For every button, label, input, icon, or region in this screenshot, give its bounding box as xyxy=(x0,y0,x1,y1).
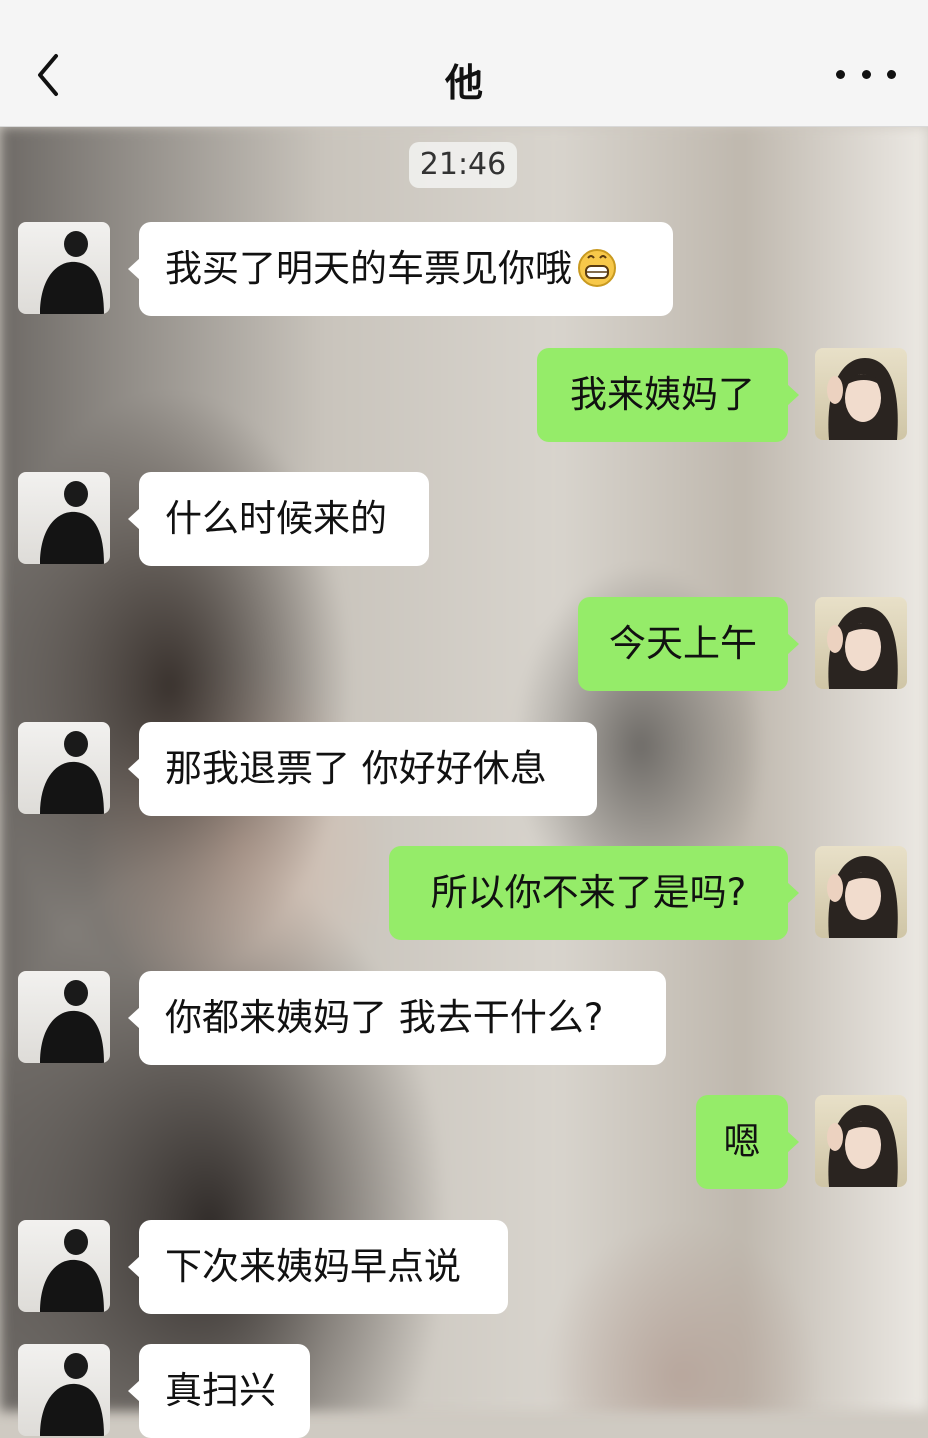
message-text: 我买了明天的车票见你哦 xyxy=(165,247,572,290)
received-message-bubble[interactable]: 那我退票了 你好好休息 xyxy=(128,722,597,816)
contact-avatar[interactable] xyxy=(18,1220,110,1312)
sent-message-bubble[interactable]: 嗯 xyxy=(696,1095,799,1189)
message-text: 嗯 xyxy=(723,1120,761,1163)
more-dot-icon xyxy=(887,69,896,79)
person-silhouette-icon xyxy=(40,1229,104,1312)
sent-message-bubble[interactable]: 今天上午 xyxy=(578,597,799,691)
sent-message-bubble[interactable]: 我来姨妈了 xyxy=(537,348,799,442)
message-text: 下次来姨妈早点说 xyxy=(165,1245,461,1288)
more-dot-icon xyxy=(861,69,871,79)
my-avatar[interactable] xyxy=(815,846,907,938)
received-message-bubble[interactable]: 你都来姨妈了 我去干什么? xyxy=(128,971,666,1065)
message-text: 什么时候来的 xyxy=(165,497,387,540)
my-avatar[interactable] xyxy=(815,1095,907,1187)
message-text: 所以你不来了是吗? xyxy=(430,871,747,914)
message-text: 那我退票了 你好好休息 xyxy=(165,747,547,790)
message-text: 真扫兴 xyxy=(165,1369,276,1412)
message-text: 你都来姨妈了 我去干什么? xyxy=(165,996,604,1039)
contact-avatar[interactable] xyxy=(18,971,110,1063)
girl-portrait-icon xyxy=(827,856,898,938)
more-options-button[interactable] xyxy=(836,62,896,86)
message-timestamp: 21:46 xyxy=(409,142,517,188)
my-avatar[interactable] xyxy=(815,597,907,689)
girl-portrait-icon xyxy=(827,358,898,440)
received-message-bubble[interactable]: 我买了明天的车票见你哦 xyxy=(128,222,673,316)
person-silhouette-icon xyxy=(40,731,104,814)
contact-avatar[interactable] xyxy=(18,722,110,814)
person-silhouette-icon xyxy=(40,980,104,1063)
person-silhouette-icon xyxy=(40,231,104,314)
top-navigation-bar: 他 xyxy=(0,0,928,127)
received-message-bubble[interactable]: 真扫兴 xyxy=(128,1344,310,1438)
message-text: 我来姨妈了 xyxy=(570,373,755,416)
message-text: 今天上午 xyxy=(609,622,757,665)
contact-avatar[interactable] xyxy=(18,472,110,564)
contact-avatar[interactable] xyxy=(18,222,110,314)
received-message-bubble[interactable]: 什么时候来的 xyxy=(128,472,429,566)
girl-portrait-icon xyxy=(827,607,898,689)
sent-message-bubble[interactable]: 所以你不来了是吗? xyxy=(389,846,799,940)
my-avatar[interactable] xyxy=(815,348,907,440)
person-silhouette-icon xyxy=(40,481,104,564)
received-message-bubble[interactable]: 下次来姨妈早点说 xyxy=(128,1220,508,1314)
person-silhouette-icon xyxy=(40,1353,104,1436)
contact-avatar[interactable] xyxy=(18,1344,110,1436)
more-dot-icon xyxy=(836,69,845,79)
chat-title: 他 xyxy=(444,61,483,105)
girl-portrait-icon xyxy=(827,1105,898,1187)
grinning-face-emoji-icon xyxy=(578,248,616,287)
